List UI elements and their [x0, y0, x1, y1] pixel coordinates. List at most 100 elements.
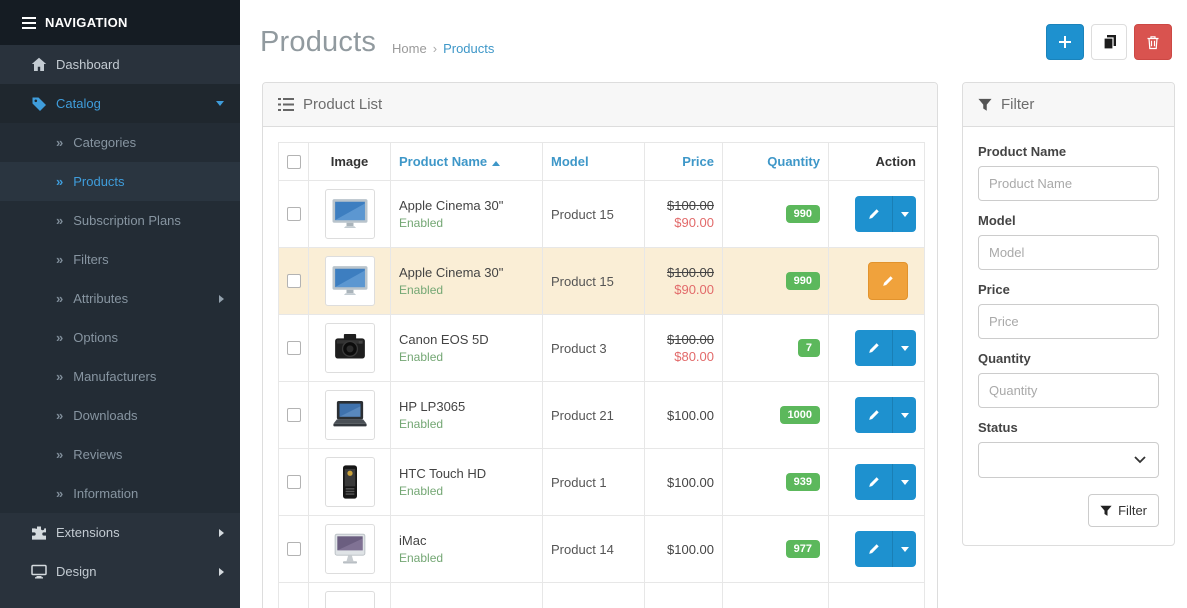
- price-new: $80.00: [653, 349, 714, 364]
- filter-price-input[interactable]: [978, 304, 1159, 339]
- row-checkbox[interactable]: [287, 341, 301, 355]
- product-name: Canon EOS 5D: [399, 332, 534, 347]
- sidebar-item-filters[interactable]: » Filters: [0, 240, 240, 279]
- column-header-quantity-sort[interactable]: Quantity: [767, 154, 820, 169]
- sidebar-item-information[interactable]: » Information: [0, 474, 240, 513]
- dropdown-caret-button[interactable]: [893, 196, 916, 232]
- sidebar-item-attributes[interactable]: » Attributes: [0, 279, 240, 318]
- product-thumbnail-phone: [325, 457, 375, 507]
- breadcrumb-current[interactable]: Products: [443, 41, 494, 56]
- quantity-badge: 990: [786, 272, 820, 290]
- product-thumbnail: [325, 591, 375, 608]
- product-status: Enabled: [399, 283, 534, 297]
- nav-title: NAVIGATION: [45, 15, 128, 30]
- tag-icon: [30, 96, 47, 112]
- pencil-icon[interactable]: [855, 196, 893, 232]
- dropdown-caret-button[interactable]: [893, 330, 916, 366]
- price-old: $100.00: [653, 332, 714, 347]
- delete-button[interactable]: [1134, 24, 1172, 60]
- filter-product-name-input[interactable]: [978, 166, 1159, 201]
- table-row: iMacEnabled Product 14 $100.00 977: [279, 516, 925, 583]
- table-row: HTC Touch HDEnabled Product 1 $100.00 93…: [279, 449, 925, 516]
- edit-split-button[interactable]: [855, 531, 916, 567]
- sidebar-item-reviews[interactable]: » Reviews: [0, 435, 240, 474]
- column-header-price-sort[interactable]: Price: [682, 154, 714, 169]
- edit-active-button[interactable]: [868, 262, 908, 300]
- sidebar-item-downloads[interactable]: » Downloads: [0, 396, 240, 435]
- price-old: $100.00: [653, 198, 714, 213]
- sidebar-item-categories[interactable]: » Categories: [0, 123, 240, 162]
- quantity-badge: 939: [786, 473, 820, 491]
- add-product-button[interactable]: [1046, 24, 1084, 60]
- price: $100.00: [667, 475, 714, 490]
- double-angle-icon: »: [56, 174, 63, 189]
- edit-split-button[interactable]: [855, 196, 916, 232]
- table-row: HP LP3065Enabled Product 21 $100.00 1000: [279, 382, 925, 449]
- quantity-badge: 990: [786, 205, 820, 223]
- edit-split-button[interactable]: [855, 397, 916, 433]
- list-icon: [278, 98, 294, 111]
- table-row-partial: [279, 583, 925, 608]
- page-title: Products: [260, 26, 376, 59]
- funnel-icon: [978, 98, 992, 112]
- copy-button[interactable]: [1091, 24, 1127, 60]
- dropdown-caret-button[interactable]: [893, 464, 916, 500]
- product-status: Enabled: [399, 417, 534, 431]
- display-icon: [30, 564, 47, 580]
- filter-status-select[interactable]: [978, 442, 1159, 478]
- double-angle-icon: »: [56, 447, 63, 462]
- sidebar-nav-header[interactable]: NAVIGATION: [0, 0, 240, 45]
- trash-icon: [1146, 35, 1160, 50]
- filter-model-input[interactable]: [978, 235, 1159, 270]
- breadcrumb-separator: ›: [433, 41, 437, 56]
- sidebar-item-catalog[interactable]: Catalog: [0, 84, 240, 123]
- sidebar-item-manufacturers[interactable]: » Manufacturers: [0, 357, 240, 396]
- pencil-icon[interactable]: [855, 531, 893, 567]
- edit-split-button[interactable]: [855, 464, 916, 500]
- page-header: Products Home › Products: [240, 0, 1187, 82]
- row-checkbox[interactable]: [287, 475, 301, 489]
- dropdown-caret-button[interactable]: [893, 397, 916, 433]
- sidebar-item-design[interactable]: Design: [0, 552, 240, 591]
- double-angle-icon: »: [56, 252, 63, 267]
- row-checkbox[interactable]: [287, 274, 301, 288]
- product-name: Apple Cinema 30": [399, 198, 534, 213]
- pencil-icon[interactable]: [855, 330, 893, 366]
- edit-split-button[interactable]: [855, 330, 916, 366]
- filter-quantity-input[interactable]: [978, 373, 1159, 408]
- column-header-model-sort[interactable]: Model: [551, 154, 589, 169]
- filter-submit-button[interactable]: Filter: [1088, 494, 1159, 527]
- product-thumbnail-camera: [325, 323, 375, 373]
- filter-model-label: Model: [978, 213, 1159, 228]
- chevron-down-icon: [1134, 456, 1146, 464]
- product-name: iMac: [399, 533, 534, 548]
- sidebar-item-subscription-plans[interactable]: » Subscription Plans: [0, 201, 240, 240]
- table-header-row: Image Product Name Model Price Quantity …: [279, 143, 925, 181]
- product-model: Product 21: [543, 382, 645, 449]
- row-checkbox[interactable]: [287, 207, 301, 221]
- pencil-icon[interactable]: [855, 397, 893, 433]
- chevron-right-icon: [219, 568, 224, 576]
- select-all-checkbox[interactable]: [287, 155, 301, 169]
- sidebar-item-dashboard[interactable]: Dashboard: [0, 45, 240, 84]
- filter-price-label: Price: [978, 282, 1159, 297]
- sidebar-item-extensions[interactable]: Extensions: [0, 513, 240, 552]
- quantity-badge: 977: [786, 540, 820, 558]
- table-row: Canon EOS 5DEnabled Product 3 $100.00$80…: [279, 315, 925, 382]
- product-thumbnail-laptop: [325, 390, 375, 440]
- column-header-name-sort[interactable]: Product Name: [399, 154, 487, 169]
- copy-icon: [1102, 34, 1117, 50]
- dropdown-caret-button[interactable]: [893, 531, 916, 567]
- pencil-icon[interactable]: [855, 464, 893, 500]
- price: $100.00: [667, 408, 714, 423]
- row-checkbox[interactable]: [287, 408, 301, 422]
- sidebar-item-options[interactable]: » Options: [0, 318, 240, 357]
- row-checkbox[interactable]: [287, 542, 301, 556]
- sidebar-item-products[interactable]: » Products: [0, 162, 240, 201]
- product-thumbnail-imac: [325, 524, 375, 574]
- double-angle-icon: »: [56, 135, 63, 150]
- chevron-down-icon: [216, 101, 224, 106]
- breadcrumb-home[interactable]: Home: [392, 41, 427, 56]
- double-angle-icon: »: [56, 291, 63, 306]
- product-name: Apple Cinema 30": [399, 265, 534, 280]
